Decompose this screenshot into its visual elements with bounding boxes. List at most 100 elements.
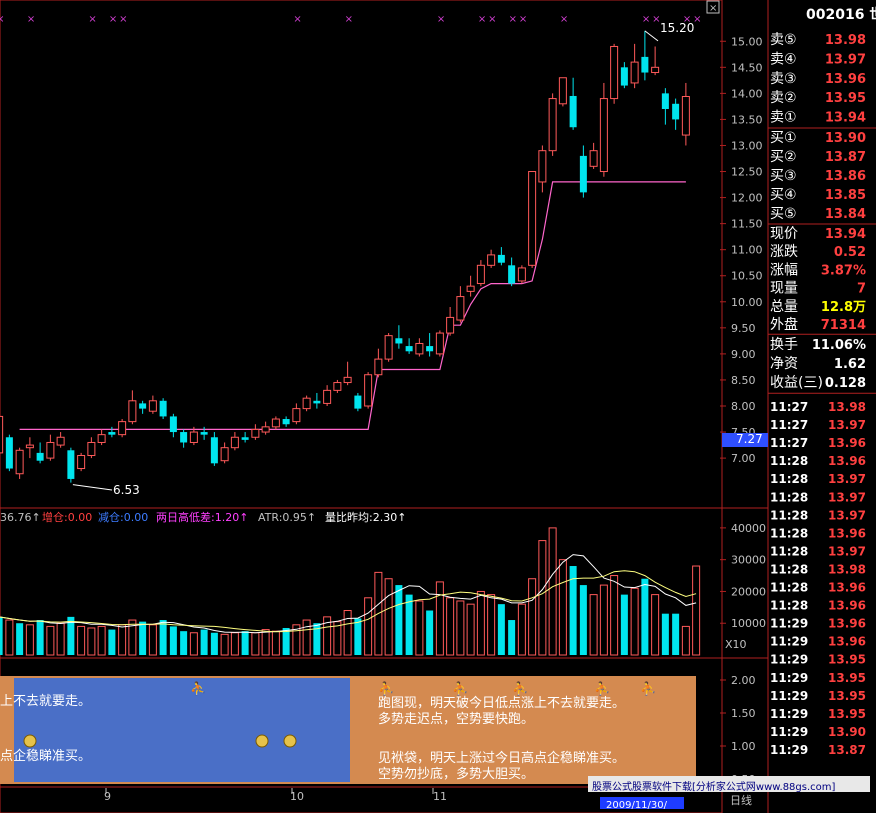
- tick-time-8: 11:28: [770, 544, 808, 558]
- volume-bar-11: [108, 629, 116, 655]
- candle-body-15: [148, 400, 157, 412]
- volume-bar-39: [395, 585, 403, 655]
- tick-time-4: 11:28: [770, 472, 808, 486]
- tick-time-1: 11:27: [770, 418, 808, 432]
- signal-line-4: 空势勿抄底，多势大胆买。: [378, 766, 534, 782]
- price-tick-label-8: 11.00: [731, 244, 763, 257]
- tick-time-5: 11:28: [770, 490, 808, 504]
- candle-body-32: [323, 389, 332, 404]
- volume-bar-19: [189, 632, 198, 656]
- money-bag-icon-1: [255, 734, 269, 748]
- candle-body-2: [15, 449, 24, 475]
- candle-body-38: [384, 335, 393, 360]
- candle-body-28: [282, 419, 290, 425]
- indicator-item-3: 两日高低差:1.20↑: [156, 510, 248, 524]
- volume-bars[interactable]: [0, 527, 701, 656]
- tick-price-7: 13.96: [828, 526, 866, 540]
- indicator-item-1: 增仓:0.00: [42, 510, 92, 524]
- tick-price-12: 13.96: [828, 617, 866, 631]
- candle-body-24: [241, 437, 249, 440]
- stat-b-value-2: 0.128: [825, 376, 866, 391]
- candle-body-20: [200, 432, 208, 435]
- tick-price-14: 13.95: [828, 653, 866, 667]
- candle-body-60: [610, 45, 619, 100]
- candlesticks[interactable]: [0, 30, 690, 491]
- volume-bar-42: [426, 610, 434, 655]
- bid-price-3: 13.85: [825, 188, 866, 203]
- signal-marker-1: ×: [27, 14, 35, 25]
- signal-marker-13: ×: [642, 14, 650, 25]
- candle-body-66: [672, 103, 680, 120]
- candle-body-52: [528, 171, 537, 266]
- volume-bar-49: [497, 604, 505, 655]
- signal-marker-2: ×: [88, 14, 96, 25]
- signal-marker-5: ×: [293, 14, 301, 25]
- volume-bar-64: [651, 594, 660, 656]
- bid-label-3: 买④: [770, 187, 797, 203]
- volume-bar-61: [620, 594, 628, 655]
- stat-value-1: 0.52: [834, 245, 866, 260]
- volume-bar-52: [528, 578, 537, 656]
- bid-price-4: 13.84: [825, 207, 866, 222]
- stat-value-2: 3.87%: [821, 263, 866, 278]
- tick-time-12: 11:29: [770, 617, 808, 631]
- signal-line-1: 跑图现，明天破今日低点涨上不去就要走。: [378, 695, 625, 711]
- volume-bar-23: [230, 632, 239, 656]
- candle-body-55: [558, 77, 567, 105]
- watermark: 股票公式股票软件下载[分析家公式网www.88gs.com]: [592, 780, 836, 793]
- price-tick-label-2: 8.00: [731, 400, 756, 413]
- bid-price-1: 13.87: [825, 150, 866, 165]
- candle-body-53: [538, 150, 547, 183]
- volume-bar-45: [456, 600, 465, 656]
- close-box-mark: ×: [709, 3, 717, 14]
- stat-value-0: 13.94: [825, 227, 866, 242]
- volume-bar-43: [435, 581, 444, 656]
- candle-body-31: [313, 400, 321, 404]
- ask-label-4: 卖①: [770, 110, 797, 126]
- candle-body-10: [97, 434, 106, 443]
- candle-body-37: [374, 358, 383, 376]
- ask-price-2: 13.96: [825, 72, 866, 87]
- tick-time-11: 11:28: [770, 599, 808, 613]
- stock-chart[interactable]: × × × × × × × × × × × × × × × × × × 7.007.508.008.509.00…: [0, 0, 876, 813]
- candle-body-11: [108, 432, 116, 435]
- signal-marker-0: ×: [0, 14, 5, 25]
- high-price-label: 15.20: [660, 21, 694, 35]
- tick-price-6: 13.97: [828, 508, 866, 522]
- date-fragment: 2009/11/30/: [606, 800, 668, 811]
- tick-time-16: 11:29: [770, 689, 808, 703]
- candle-body-64: [651, 66, 660, 74]
- price-tick-label-11: 12.50: [731, 166, 763, 179]
- signal-marker-4: ×: [119, 14, 127, 25]
- mode-label: 日线: [730, 793, 752, 807]
- indicator-item-5: 量比昨均:2.30↑: [325, 511, 406, 524]
- candle-body-44: [446, 316, 455, 334]
- candle-body-19: [189, 431, 198, 443]
- tick-price-4: 13.97: [828, 472, 866, 486]
- signal-marker-12: ×: [560, 14, 568, 25]
- volume-bar-25: [251, 632, 260, 656]
- price-tick-label-10: 12.00: [731, 192, 763, 205]
- volume-bar-60: [610, 575, 619, 656]
- price-tick-label-9: 11.50: [731, 218, 763, 231]
- candle-body-16: [159, 400, 167, 417]
- tick-time-3: 11:28: [770, 454, 808, 468]
- candle-body-22: [220, 447, 229, 462]
- volume-bar-40: [405, 594, 413, 655]
- price-axis: 7.007.508.008.509.009.5010.0010.5011.001…: [0, 35, 768, 524]
- price-tick-label-16: 15.00: [731, 35, 763, 48]
- price-tick-label-13: 13.50: [731, 113, 763, 126]
- candle-body-0: [0, 415, 4, 454]
- volume-bar-57: [579, 585, 587, 655]
- volume-bar-5: [46, 625, 55, 656]
- bid-price-0: 13.90: [825, 131, 866, 146]
- tick-time-7: 11:28: [770, 526, 808, 540]
- bid-label-1: 买②: [770, 149, 797, 165]
- volume-tick-label-0: 10000: [731, 617, 766, 630]
- candle-body-56: [569, 95, 577, 128]
- stock-code: 002016 世: [806, 6, 876, 23]
- signal-markers: × × × × × × × × × × × × × × × × ×: [0, 14, 702, 25]
- candle-body-23: [230, 436, 239, 449]
- price-tick-label-6: 10.00: [731, 296, 763, 309]
- candle-body-26: [261, 426, 270, 433]
